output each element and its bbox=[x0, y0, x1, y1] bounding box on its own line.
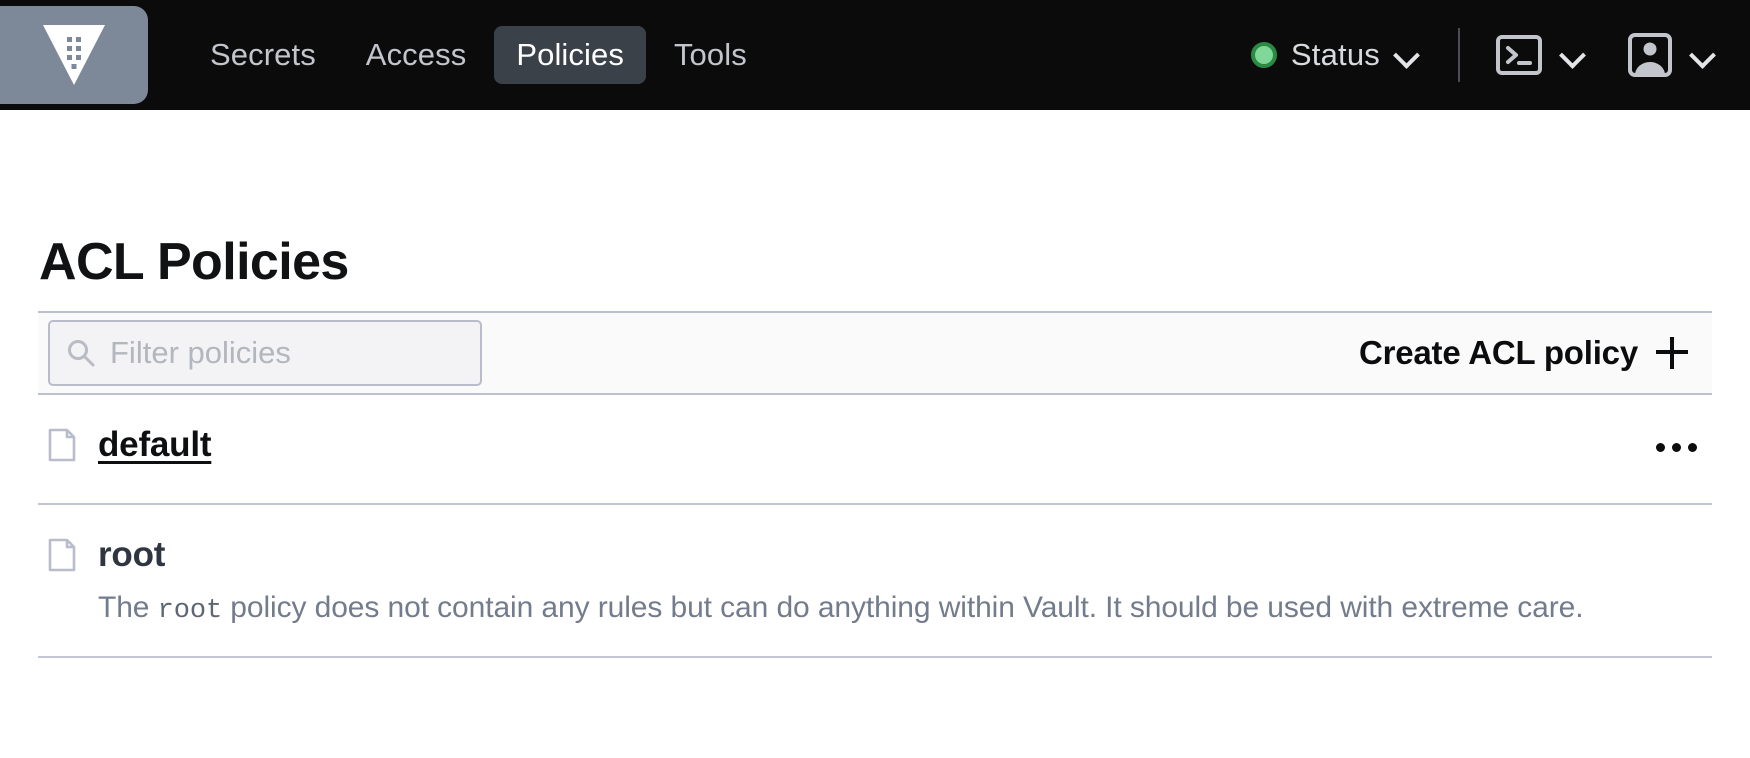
document-icon bbox=[48, 428, 76, 462]
policy-row-header: default bbox=[48, 425, 1712, 465]
policy-name-root: root bbox=[98, 535, 166, 574]
page-title: ACL Policies bbox=[39, 233, 349, 291]
policy-link-default[interactable]: default bbox=[98, 425, 212, 465]
list-toolbar: Create ACL policy bbox=[38, 311, 1712, 395]
status-indicator-icon bbox=[1250, 42, 1277, 68]
user-avatar-icon bbox=[1628, 33, 1672, 77]
table-row: default bbox=[38, 395, 1712, 505]
dot bbox=[1671, 442, 1681, 452]
user-menu-button[interactable] bbox=[1620, 33, 1724, 77]
table-row: root The root policy does not contain an… bbox=[38, 505, 1712, 658]
policy-description: The root policy does not contain any rul… bbox=[98, 591, 1712, 626]
document-icon bbox=[48, 538, 76, 572]
vault-logo[interactable] bbox=[0, 6, 148, 104]
chevron-down-icon bbox=[1394, 42, 1420, 68]
primary-nav: Secrets Access Policies Tools bbox=[188, 26, 769, 84]
status-label: Status bbox=[1290, 37, 1380, 72]
chevron-down-icon bbox=[1690, 42, 1716, 68]
filter-policies-field bbox=[48, 320, 482, 386]
description-suffix: policy does not contain any rules but ca… bbox=[222, 591, 1584, 624]
search-input[interactable] bbox=[48, 320, 482, 386]
description-code: root bbox=[157, 596, 223, 626]
navbar-right-actions: Status bbox=[1241, 0, 1724, 110]
chevron-down-icon bbox=[1560, 42, 1586, 68]
terminal-icon bbox=[1496, 35, 1542, 75]
navbar-divider bbox=[1458, 28, 1460, 82]
policy-row-header: root bbox=[48, 535, 1712, 575]
description-prefix: The bbox=[98, 591, 158, 624]
dot bbox=[1687, 442, 1697, 452]
create-acl-policy-button[interactable]: Create ACL policy bbox=[1359, 334, 1712, 372]
create-acl-policy-label: Create ACL policy bbox=[1358, 334, 1638, 371]
page-content: ACL Policies Create ACL policy bbox=[0, 232, 1750, 658]
plus-icon bbox=[1656, 337, 1688, 369]
policy-list: default root The root policy does not co… bbox=[38, 395, 1712, 658]
nav-tab-tools[interactable]: Tools bbox=[652, 26, 769, 84]
nav-tab-access[interactable]: Access bbox=[344, 26, 489, 84]
row-more-options-button[interactable] bbox=[1646, 425, 1706, 469]
nav-tab-secrets[interactable]: Secrets bbox=[188, 26, 338, 84]
nav-tab-policies[interactable]: Policies bbox=[494, 26, 646, 84]
status-menu-button[interactable]: Status bbox=[1241, 37, 1430, 73]
top-navbar: Secrets Access Policies Tools Status bbox=[0, 0, 1750, 110]
console-toggle-button[interactable] bbox=[1488, 35, 1594, 75]
dot bbox=[1655, 442, 1665, 452]
